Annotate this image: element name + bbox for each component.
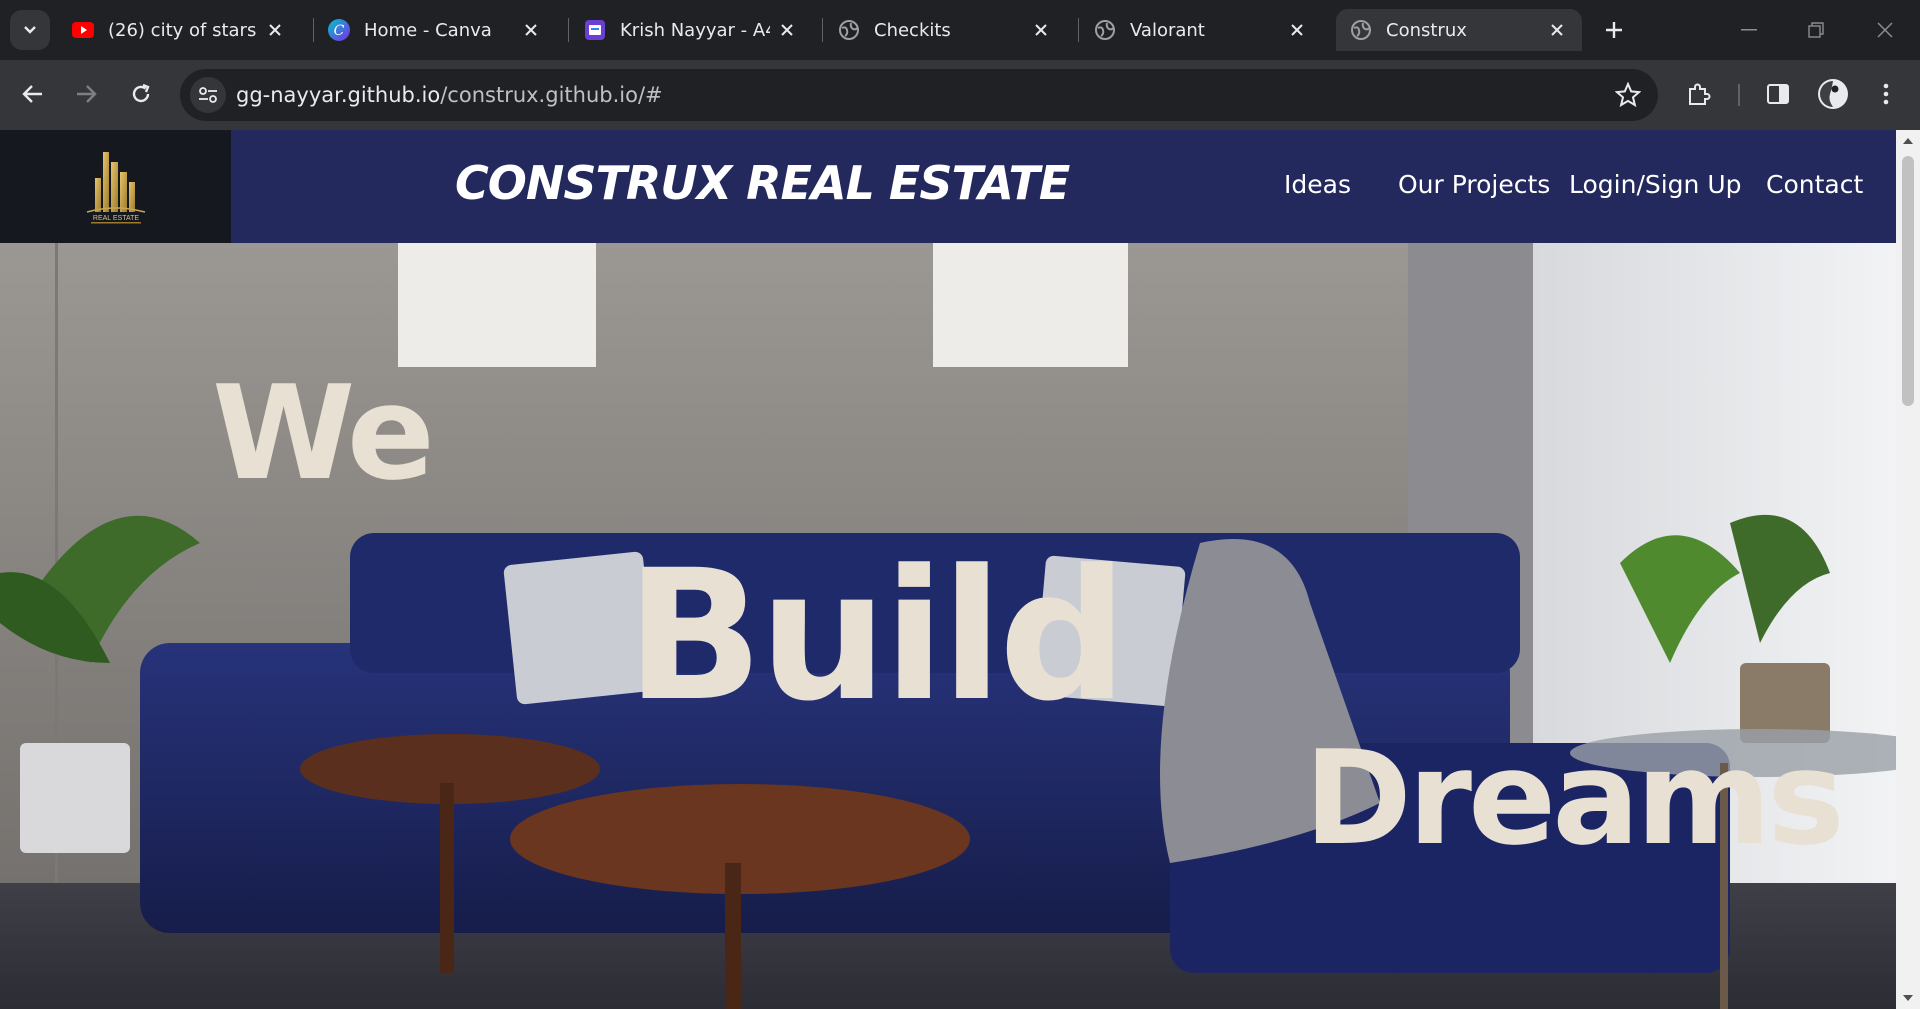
site-info-button[interactable] [190, 77, 226, 113]
brand-title[interactable]: CONSTRUX REAL ESTATE [455, 156, 1070, 210]
close-icon[interactable] [1030, 19, 1052, 41]
close-icon[interactable] [520, 19, 542, 41]
plus-icon [1606, 22, 1622, 38]
restore-icon [1808, 22, 1824, 38]
tab-canva[interactable]: C Home - Canva [314, 9, 556, 51]
arrow-right-icon [77, 85, 97, 103]
toolbar-divider [1738, 84, 1740, 106]
url-text[interactable]: gg-nayyar.github.io/construx.github.io/# [236, 83, 663, 107]
tab-title: Valorant [1130, 19, 1205, 41]
kebab-menu-icon [1883, 83, 1889, 105]
reload-button[interactable] [121, 74, 161, 114]
globe-icon [838, 19, 860, 41]
tab-separator [1078, 18, 1079, 42]
side-panel-icon [1767, 84, 1789, 104]
scrollbar-thumb[interactable] [1902, 156, 1914, 406]
scroll-down-arrow[interactable] [1896, 987, 1920, 1009]
close-window-button[interactable] [1860, 10, 1910, 50]
tab-title: Home - Canva [364, 19, 492, 41]
browser-toolbar: gg-nayyar.github.io/construx.github.io/# [0, 60, 1920, 130]
hero-word-dreams: Dreams [1304, 722, 1845, 874]
logo[interactable]: REAL ESTATE [0, 130, 231, 243]
minimize-button[interactable] [1724, 10, 1774, 50]
tab-valorant[interactable]: Valorant [1080, 9, 1322, 51]
minimize-icon [1741, 29, 1757, 31]
back-button[interactable] [13, 74, 53, 114]
tab-construx[interactable]: Construx [1336, 9, 1582, 51]
star-icon [1615, 82, 1641, 108]
tab-title: Checkits [874, 19, 951, 41]
page-viewport: REAL ESTATE CONSTRUX REAL ESTATE Ideas O… [0, 130, 1896, 1009]
tab-strip: (26) city of stars - YouTube C Home - Ca… [0, 0, 1920, 60]
svg-text:C: C [334, 23, 345, 39]
nav-login-signup[interactable]: Login/Sign Up [1569, 170, 1742, 199]
nav-ideas[interactable]: Ideas [1284, 170, 1351, 199]
new-tab-button[interactable] [1597, 13, 1631, 47]
globe-icon [1094, 19, 1116, 41]
tab-title: Construx [1386, 19, 1467, 41]
chevron-down-icon [24, 26, 36, 34]
canva-icon: C [328, 19, 350, 41]
tab-separator [822, 18, 823, 42]
tab-checkits[interactable]: Checkits [824, 9, 1066, 51]
extensions-button[interactable] [1681, 76, 1717, 112]
restore-button[interactable] [1791, 10, 1841, 50]
youtube-icon [72, 19, 94, 41]
close-icon[interactable] [264, 19, 286, 41]
tab-youtube[interactable]: (26) city of stars - YouTube [58, 9, 300, 51]
logo-text: REAL ESTATE [92, 215, 138, 222]
globe-icon [1350, 19, 1372, 41]
hero-word-build: Build [626, 532, 1128, 741]
scroll-up-arrow[interactable] [1896, 130, 1920, 152]
page-scrollbar[interactable] [1896, 130, 1920, 1009]
hero-section: We Build Dreams [0, 243, 1896, 1009]
url-host: gg-nayyar.github.io [236, 83, 441, 107]
tune-icon [199, 87, 217, 103]
nav-contact[interactable]: Contact [1766, 170, 1863, 199]
address-bar[interactable]: gg-nayyar.github.io/construx.github.io/# [180, 69, 1658, 121]
tab-search-button[interactable] [10, 10, 50, 50]
tab-title: Krish Nayyar - A4 [620, 19, 770, 41]
bookmark-button[interactable] [1614, 81, 1642, 109]
menu-button[interactable] [1868, 76, 1904, 112]
close-icon[interactable] [1546, 19, 1568, 41]
profile-avatar[interactable] [1815, 76, 1851, 112]
tab-krish-nayyar[interactable]: Krish Nayyar - A4 [570, 9, 812, 51]
tab-title: (26) city of stars - YouTube [108, 19, 258, 41]
tab-separator [568, 18, 569, 42]
forward-button[interactable] [66, 74, 106, 114]
url-path: /construx.github.io/# [440, 83, 663, 107]
close-icon [1877, 22, 1893, 38]
puzzle-icon [1689, 83, 1711, 105]
building-logo-icon: REAL ESTATE [86, 151, 145, 223]
hero-word-we: We [212, 357, 435, 509]
site-header: REAL ESTATE CONSTRUX REAL ESTATE Ideas O… [0, 130, 1896, 243]
nav-our-projects[interactable]: Our Projects [1398, 170, 1550, 199]
reload-icon [132, 83, 150, 103]
close-icon[interactable] [776, 19, 798, 41]
close-icon[interactable] [1286, 19, 1308, 41]
document-icon [584, 19, 606, 41]
side-panel-button[interactable] [1760, 76, 1796, 112]
avatar-icon [1818, 79, 1848, 109]
arrow-left-icon [22, 85, 42, 103]
